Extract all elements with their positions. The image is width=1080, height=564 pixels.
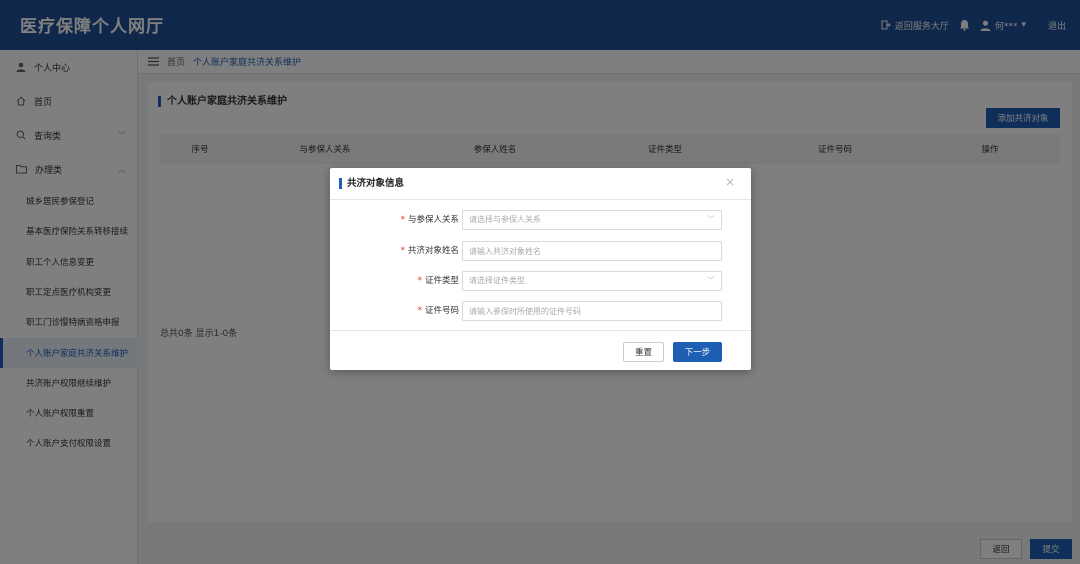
required-marker: *: [417, 276, 422, 286]
form-row-id-number: * 证件号码: [330, 301, 751, 321]
required-marker: *: [400, 215, 405, 225]
dialog-footer: 重置 下一步: [330, 330, 751, 370]
form-row-id-type: * 证件类型 请选择证件类型 ﹀: [330, 271, 751, 291]
id-number-input[interactable]: [462, 301, 722, 321]
id-type-select[interactable]: 请选择证件类型 ﹀: [462, 271, 722, 291]
member-info-dialog: 共济对象信息 × *与参保人关系 请选择与参保人关系 ﹀ *共济对象姓名 *证件…: [330, 168, 751, 370]
id-type-label: * 证件类型: [418, 271, 459, 291]
select-placeholder: 请选择证件类型: [469, 276, 525, 285]
field-label-text: 共济对象姓名: [407, 246, 459, 256]
select-placeholder: 请选择与参保人关系: [469, 215, 541, 224]
name-label: * 共济对象姓名: [401, 241, 459, 261]
field-label-text: 证件号码: [424, 306, 459, 316]
close-icon[interactable]: ×: [725, 176, 735, 188]
next-step-button[interactable]: 下一步: [673, 342, 722, 362]
relationship-select[interactable]: 请选择与参保人关系 ﹀: [462, 210, 722, 230]
chevron-down-icon: ﹀: [707, 276, 715, 285]
relationship-label: * 与参保人关系: [401, 210, 459, 230]
form-row-relationship: * 与参保人关系 请选择与参保人关系 ﹀: [330, 210, 751, 230]
dialog-title: 共济对象信息: [339, 178, 404, 189]
field-label-text: 与参保人关系: [407, 215, 459, 225]
form-row-name: * 共济对象姓名: [330, 241, 751, 261]
required-marker: *: [417, 306, 422, 316]
dialog-header: 共济对象信息 ×: [330, 168, 751, 200]
chevron-down-icon: ﹀: [707, 215, 715, 224]
member-name-input[interactable]: [462, 241, 722, 261]
id-number-label: * 证件号码: [418, 301, 459, 321]
field-label-text: 证件类型: [424, 276, 459, 286]
reset-button[interactable]: 重置: [623, 342, 664, 362]
required-marker: *: [400, 246, 405, 256]
